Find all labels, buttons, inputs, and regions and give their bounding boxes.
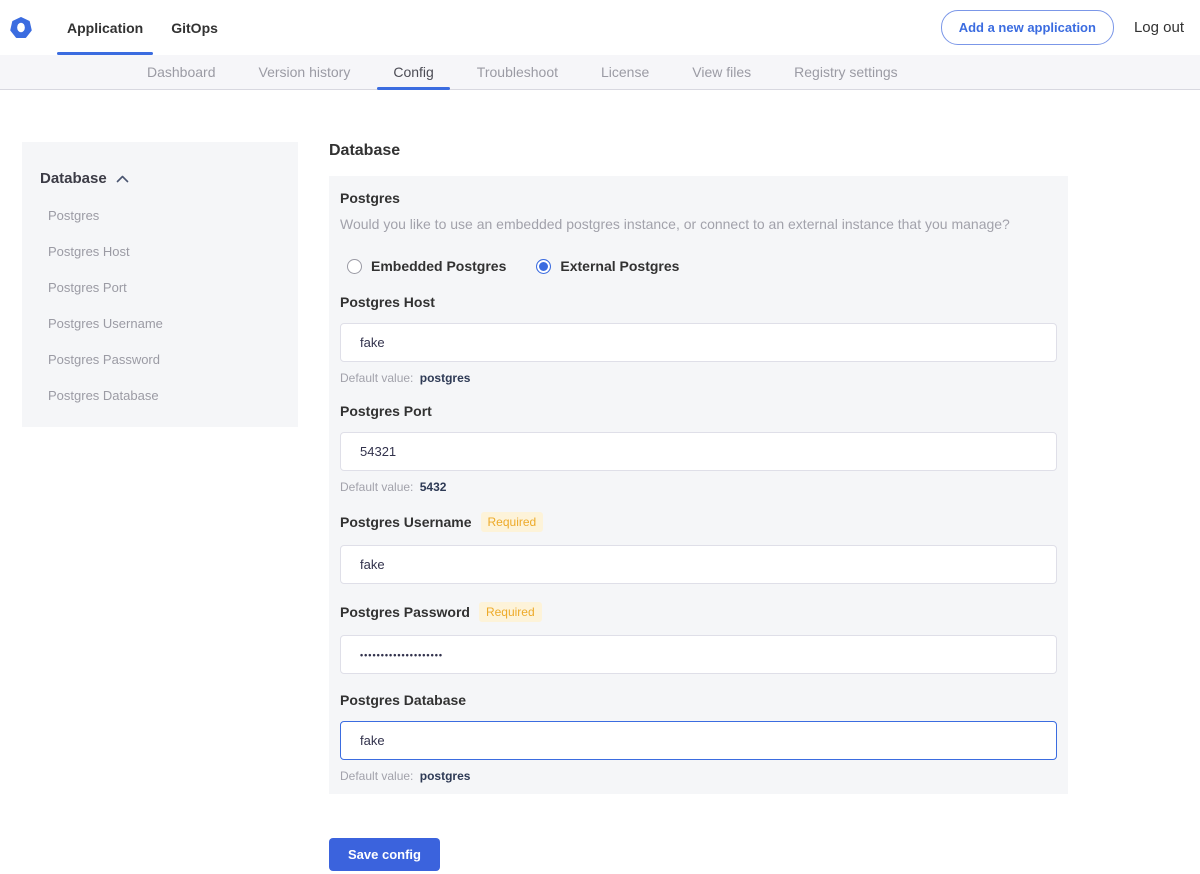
postgres-password-field: Postgres Password Required — [340, 602, 1057, 674]
required-badge: Required — [479, 602, 542, 622]
chevron-up-icon — [116, 174, 129, 184]
subnav-item-license[interactable]: License — [585, 55, 665, 89]
subnav-item-config[interactable]: Config — [377, 55, 449, 89]
app-tabs: Application GitOps — [57, 0, 236, 55]
postgres-database-field: Postgres Database Default value: postgre… — [340, 692, 1057, 783]
postgres-username-field: Postgres Username Required — [340, 512, 1057, 584]
save-config-button[interactable]: Save config — [329, 838, 440, 871]
tab-application[interactable]: Application — [57, 0, 153, 55]
subnav-item-registry-settings[interactable]: Registry settings — [778, 55, 913, 89]
logout-button[interactable]: Log out — [1134, 19, 1184, 36]
default-value-note: Default value: 5432 — [340, 480, 1057, 494]
app-logo — [10, 0, 32, 55]
app-subnav: Dashboard Version history Config Trouble… — [0, 55, 1200, 90]
config-main: Database Postgres Would you like to use … — [329, 142, 1068, 871]
tab-gitops[interactable]: GitOps — [161, 0, 228, 55]
config-group-help-text: Would you like to use an embedded postgr… — [340, 216, 1057, 232]
top-header: Application GitOps Add a new application… — [0, 0, 1200, 55]
subnav-item-view-files[interactable]: View files — [676, 55, 767, 89]
content-area: Database Postgres Postgres Host Postgres… — [0, 90, 1200, 871]
app-logo-icon — [10, 17, 32, 39]
config-group-title: Postgres — [340, 190, 1057, 206]
default-value-note: Default value: postgres — [340, 371, 1057, 385]
postgres-database-input[interactable] — [340, 721, 1057, 760]
field-label: Postgres Username — [340, 514, 472, 530]
default-value-note: Default value: postgres — [340, 769, 1057, 783]
subnav-item-troubleshoot[interactable]: Troubleshoot — [461, 55, 574, 89]
section-title: Database — [329, 142, 1068, 160]
radio-embedded-label: Embedded Postgres — [371, 258, 506, 274]
postgres-port-input[interactable] — [340, 432, 1057, 471]
postgres-type-radio-group: Embedded Postgres External Postgres — [347, 258, 1057, 274]
add-application-button[interactable]: Add a new application — [941, 10, 1114, 45]
radio-checked-icon — [536, 259, 551, 274]
config-sidebar: Database Postgres Postgres Host Postgres… — [22, 142, 298, 427]
sidebar-item-list: Postgres Postgres Host Postgres Port Pos… — [40, 208, 280, 403]
sidebar-group-database[interactable]: Database — [40, 170, 280, 187]
field-label: Postgres Port — [340, 403, 432, 419]
radio-unchecked-icon — [347, 259, 362, 274]
subnav-item-version-history[interactable]: Version history — [243, 55, 367, 89]
field-label: Postgres Password — [340, 604, 470, 620]
tab-gitops-label: GitOps — [171, 20, 218, 36]
sidebar-item-postgres-password[interactable]: Postgres Password — [48, 352, 280, 367]
postgres-port-field: Postgres Port Default value: 5432 — [340, 403, 1057, 494]
required-badge: Required — [481, 512, 544, 532]
active-subnav-underline — [377, 87, 449, 90]
sidebar-item-postgres-username[interactable]: Postgres Username — [48, 316, 280, 331]
postgres-host-input[interactable] — [340, 323, 1057, 362]
radio-embedded-postgres[interactable]: Embedded Postgres — [347, 258, 506, 274]
field-label: Postgres Database — [340, 692, 466, 708]
tab-application-label: Application — [67, 20, 143, 36]
postgres-password-input[interactable] — [340, 635, 1057, 674]
sidebar-item-postgres-host[interactable]: Postgres Host — [48, 244, 280, 259]
field-label: Postgres Host — [340, 294, 435, 310]
subnav-item-dashboard[interactable]: Dashboard — [131, 55, 232, 89]
sidebar-item-postgres-database[interactable]: Postgres Database — [48, 388, 280, 403]
sidebar-item-postgres-port[interactable]: Postgres Port — [48, 280, 280, 295]
sidebar-item-postgres[interactable]: Postgres — [48, 208, 280, 223]
sidebar-group-label: Database — [40, 170, 107, 187]
radio-external-postgres[interactable]: External Postgres — [536, 258, 679, 274]
postgres-username-input[interactable] — [340, 545, 1057, 584]
config-group-card: Postgres Would you like to use an embedd… — [329, 176, 1068, 794]
radio-external-label: External Postgres — [560, 258, 679, 274]
header-right: Add a new application Log out — [941, 0, 1200, 55]
postgres-host-field: Postgres Host Default value: postgres — [340, 294, 1057, 385]
